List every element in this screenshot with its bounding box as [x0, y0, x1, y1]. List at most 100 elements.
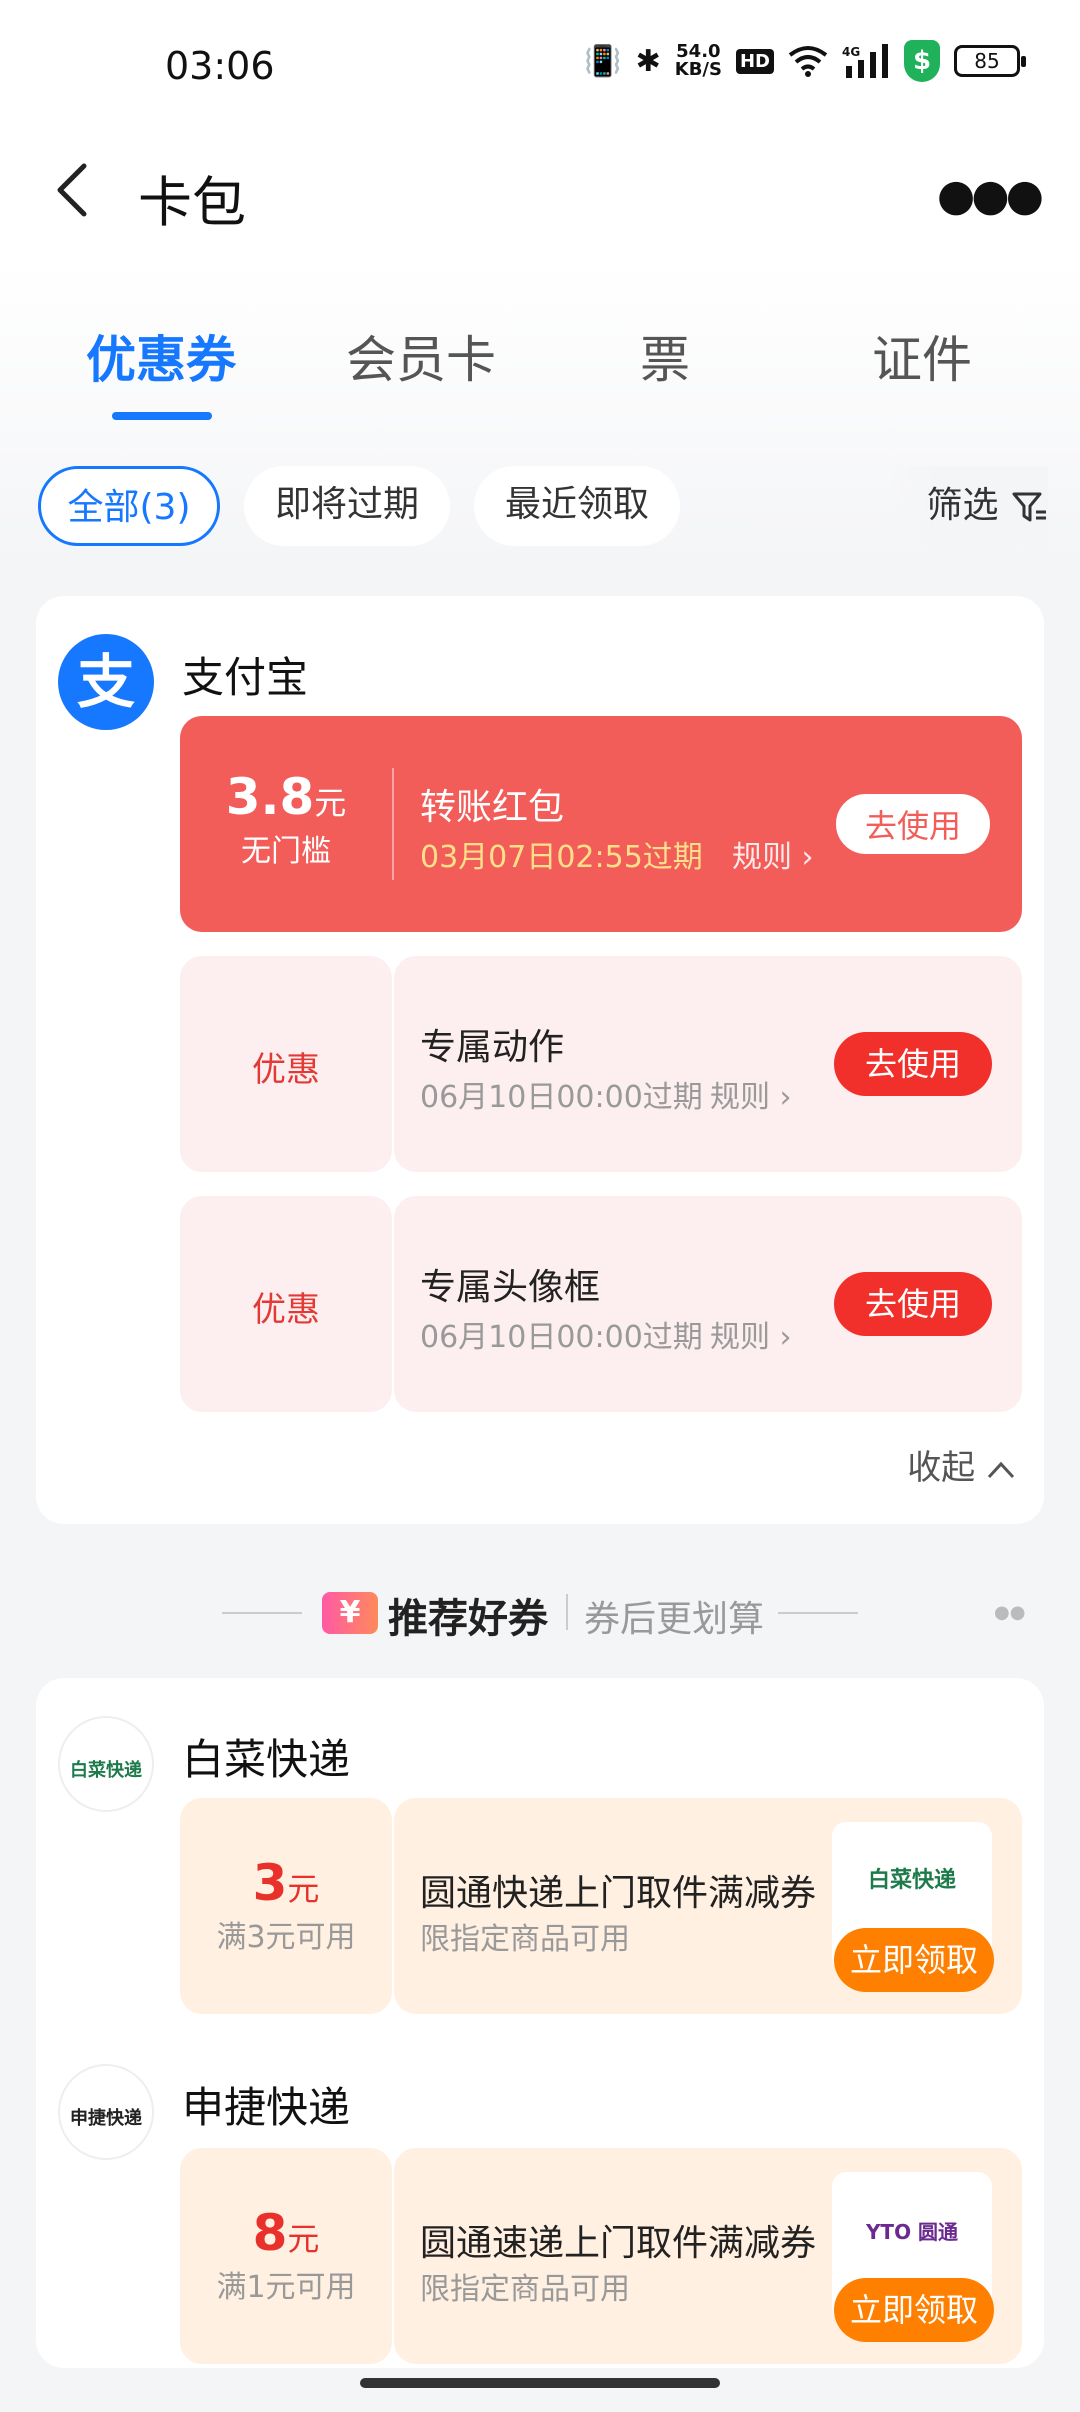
chevron-right-icon: › [779, 1320, 792, 1355]
coupon-desc: 限指定商品可用 [420, 1922, 630, 1957]
hd-icon: HD [735, 48, 774, 74]
coupon-amount-area: 3元 满3元可用 [180, 1798, 392, 2014]
coupon-tag: 优惠 [252, 1050, 320, 1090]
coupon-name: 圆通快递上门取件满减券 [420, 1873, 817, 1914]
baicai-logo: 白菜快递 [58, 1716, 154, 1812]
use-button[interactable]: 去使用 [834, 1272, 992, 1336]
tab-coupons[interactable]: 优惠券 [86, 320, 236, 392]
shenjie-logo: 申捷快递 [58, 2064, 154, 2160]
use-button[interactable]: 去使用 [834, 1032, 992, 1096]
rule-label: 规则 [710, 1320, 770, 1355]
collapse-label: 收起 [907, 1448, 976, 1488]
amount-unit: 元 [287, 1870, 320, 1908]
coupon-badge-icon: ¥ [322, 1592, 378, 1634]
speed-unit: KB/S [674, 59, 722, 80]
chevron-right-icon: › [779, 1080, 792, 1115]
coupon-condition: 满1元可用 [216, 2270, 356, 2305]
status-bar: 03:06 📳 ✱ 54.0 KB/S HD 4G $ 85 [0, 0, 1080, 140]
coupon-amount-area: 8元 满1元可用 [180, 2148, 392, 2364]
claim-button[interactable]: 立即领取 [834, 2278, 994, 2342]
status-icons: 📳 ✱ 54.0 KB/S HD 4G $ 85 [584, 40, 1026, 82]
coupon-expire: 03月07日02:55过期 [420, 840, 703, 875]
coupon-rule-link[interactable]: 规则 › [732, 832, 814, 876]
tab-member-cards[interactable]: 会员卡 [346, 320, 496, 392]
alipay-brand-name: 支付宝 [182, 653, 309, 702]
amount-value: 3 [252, 1854, 288, 1912]
filter-button[interactable]: 筛选 [886, 466, 1048, 546]
coupon-condition: 满3元可用 [216, 1920, 356, 1955]
chevron-up-icon [987, 1461, 1015, 1478]
amount-unit: 元 [287, 2220, 320, 2258]
rule-label: 规则 [710, 1080, 770, 1115]
tab-bar: 优惠券 会员卡 票 证件 [0, 320, 1080, 430]
rule-label: 规则 [732, 840, 792, 875]
chevron-right-icon: › [801, 840, 814, 875]
nav-bar: 卡包 ●●● [0, 140, 1080, 260]
coupon-name: 专属动作 [420, 1027, 565, 1068]
more-options-icon[interactable]: ●●● [937, 170, 1044, 221]
tab-certificates[interactable]: 证件 [872, 320, 972, 392]
recommend-section-title: ¥ 推荐好券 券后更划算 ●● [0, 1586, 1080, 1646]
coupon-transfer-redpacket[interactable]: 3.8元 无门槛 转账红包 03月07日02:55过期 规则 › 去使用 [180, 716, 1022, 932]
battery-icon: 85 [954, 45, 1026, 77]
security-shield-icon: $ [904, 40, 940, 82]
collapse-button[interactable]: 收起 [907, 1440, 1016, 1489]
coupon-desc: 限指定商品可用 [420, 2272, 630, 2307]
amount-value: 3.8 [225, 768, 315, 826]
svg-text:4G: 4G [842, 45, 860, 59]
filter-recent[interactable]: 最近领取 [474, 466, 680, 546]
vibrate-icon: 📳 [584, 43, 622, 79]
page-title: 卡包 [138, 171, 246, 234]
amount-value: 8 [252, 2204, 288, 2262]
back-arrow-icon[interactable] [44, 160, 104, 220]
filter-expiring[interactable]: 即将过期 [244, 466, 450, 546]
active-tab-indicator [112, 412, 212, 420]
filter-bar: 全部(3) 即将过期 最近领取 筛选 [38, 466, 1048, 546]
signal-icon: 4G [842, 44, 888, 78]
coupon-exclusive-avatar-frame[interactable]: 优惠 专属头像框 06月10日00:00过期 规则 › 去使用 [180, 1196, 1022, 1412]
alipay-coupon-card: 支 支付宝 3.8元 无门槛 转账红包 03月07日02:55过期 规则 › 去… [36, 596, 1044, 1524]
network-speed: 54.0 KB/S [675, 43, 722, 79]
coupon-divider [392, 768, 394, 880]
shenjie-brand-name: 申捷快递 [182, 2083, 351, 2132]
coupon-expire: 06月10日00:00过期 [420, 1320, 703, 1355]
recommend-subtitle: 券后更划算 [584, 1599, 765, 1640]
thumb-text: 白菜快递 [867, 1868, 956, 1893]
coupon-name: 转账红包 [420, 787, 565, 828]
coupon-shenjie-yto[interactable]: 8元 满1元可用 圆通速递上门取件满减券 限指定商品可用 YTO 圆通 立即领取 [180, 2148, 1022, 2364]
more-dots-icon[interactable]: ●● [994, 1602, 1025, 1623]
status-time: 03:06 [165, 44, 275, 88]
coupon-expire: 06月10日00:00过期 [420, 1080, 703, 1115]
coupon-name: 圆通速递上门取件满减券 [420, 2223, 817, 2264]
coupon-amount: 8元 [180, 2204, 392, 2262]
thumb-text: YTO 圆通 [865, 2220, 959, 2244]
alipay-logo-char: 支 [76, 648, 135, 716]
amount-unit: 元 [314, 784, 347, 822]
tab-tickets[interactable]: 票 [640, 320, 690, 392]
coupon-tag-area: 优惠 [180, 1196, 392, 1412]
coupon-rule-link[interactable]: 规则 › [710, 1072, 792, 1116]
filter-all[interactable]: 全部(3) [38, 466, 220, 546]
coupon-exclusive-action[interactable]: 优惠 专属动作 06月10日00:00过期 规则 › 去使用 [180, 956, 1022, 1172]
coupon-amount: 3.8元 [180, 768, 392, 826]
title-separator [566, 1594, 568, 1630]
coupon-name: 专属头像框 [420, 1267, 601, 1308]
coupon-baicai-yto[interactable]: 3元 满3元可用 圆通快递上门取件满减券 限指定商品可用 白菜快递 立即领取 [180, 1798, 1022, 2014]
use-button[interactable]: 去使用 [834, 792, 992, 856]
filter-label: 筛选 [926, 485, 999, 526]
baicai-logo-text: 白菜快递 [70, 1760, 142, 1781]
coupon-rule-link[interactable]: 规则 › [710, 1312, 792, 1356]
home-indicator[interactable] [360, 2378, 720, 2388]
shenjie-logo-text: 申捷快递 [70, 2108, 142, 2129]
coupon-tag-area: 优惠 [180, 956, 392, 1172]
divider-line-right [778, 1612, 858, 1614]
claim-button[interactable]: 立即领取 [834, 1928, 994, 1992]
bluetooth-icon: ✱ [635, 43, 661, 79]
coupon-condition: 无门槛 [241, 834, 331, 869]
baicai-brand-name: 白菜快递 [182, 1735, 351, 1784]
recommend-title: 推荐好券 [388, 1596, 548, 1642]
recommend-coupon-card: 白菜快递 白菜快递 3元 满3元可用 圆通快递上门取件满减券 限指定商品可用 白… [36, 1678, 1044, 2368]
coupon-amount-area: 3.8元 无门槛 [180, 716, 392, 932]
coupon-tag: 优惠 [252, 1290, 320, 1330]
alipay-logo: 支 [58, 634, 154, 730]
